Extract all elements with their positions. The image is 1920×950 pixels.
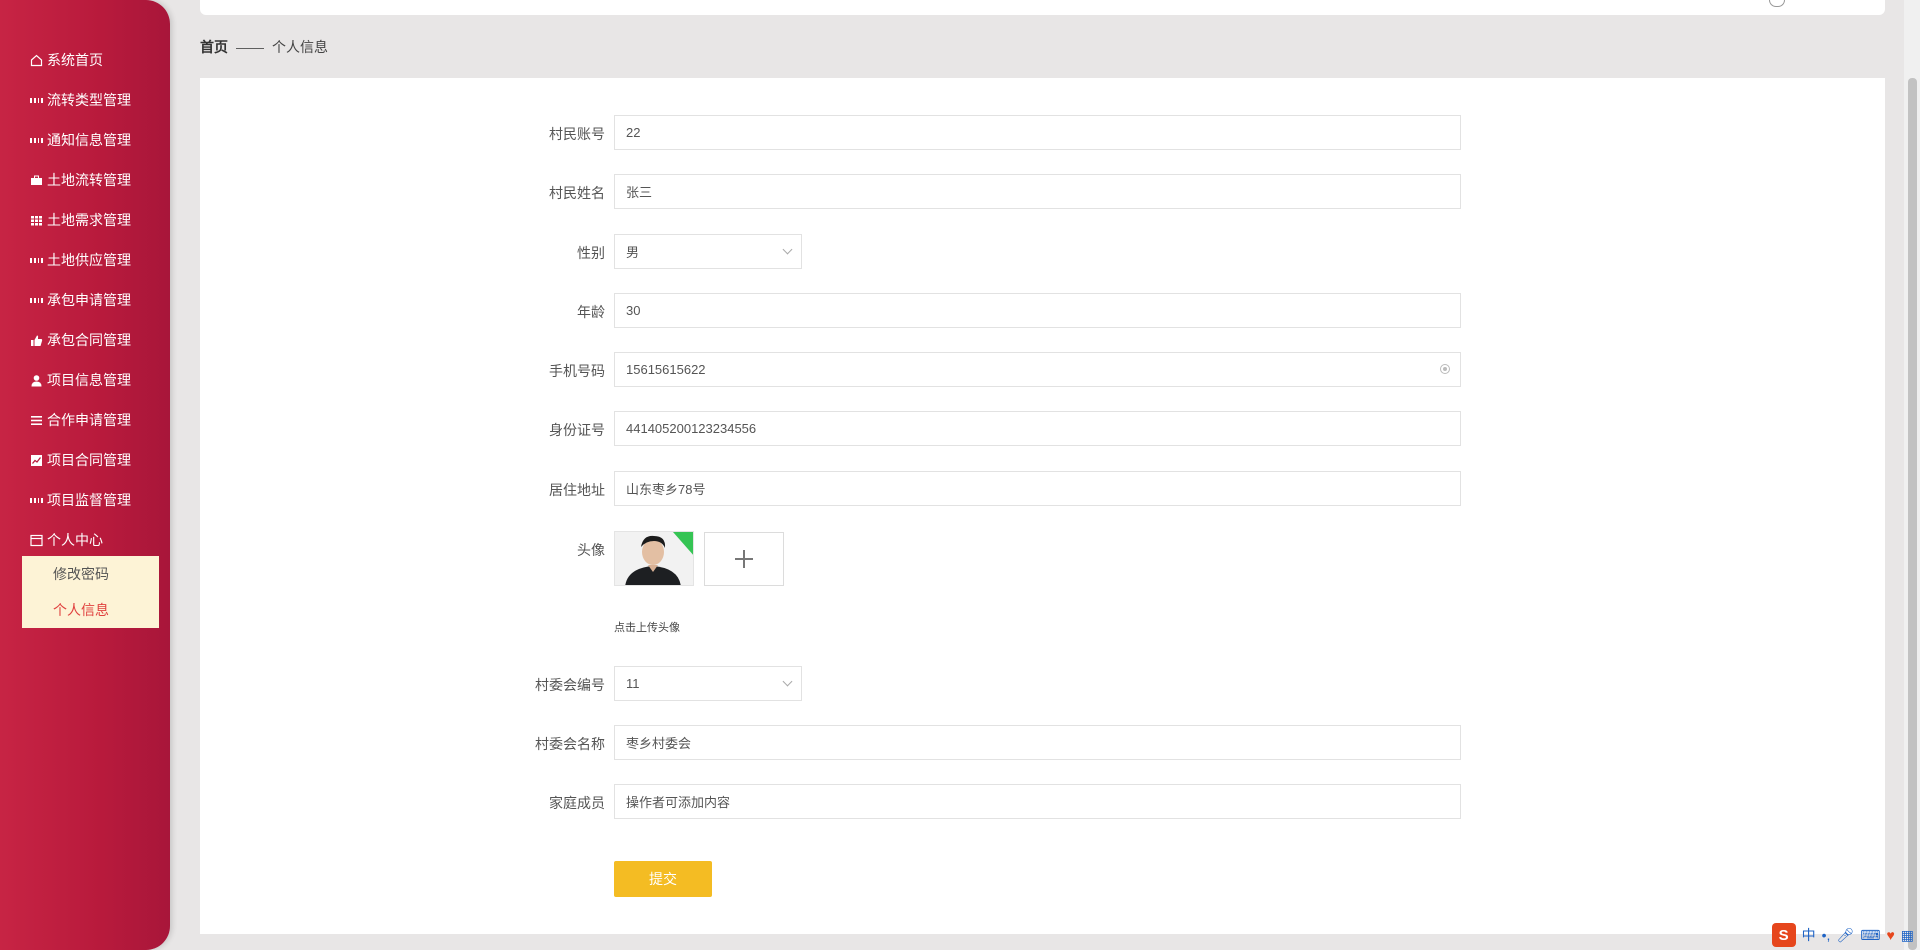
family-label: 家庭成员 [549, 795, 605, 811]
chevron-down-icon [782, 244, 793, 255]
account-field[interactable]: 22 [614, 115, 1461, 150]
avatar-photo-icon [615, 532, 693, 585]
keyboard-icon[interactable]: ⌨︎ [1860, 927, 1880, 944]
briefcase-icon [30, 174, 43, 187]
avatar-label: 头像 [577, 542, 605, 558]
account-label: 村民账号 [549, 126, 605, 142]
home-icon [30, 54, 43, 67]
sogou-ime-logo[interactable]: S [1771, 923, 1796, 947]
toolbox-icon[interactable]: ▦ [1901, 927, 1914, 944]
sidebar-menu: 系统首页 流转类型管理 通知信息管理 土地流转管理 土地需求管理 土地供应管理 [0, 40, 170, 560]
name-field[interactable]: 张三 [614, 174, 1461, 209]
sidebar-item-label: 系统首页 [47, 52, 103, 68]
phone-label: 手机号码 [549, 363, 605, 379]
committee-name-field[interactable]: 枣乡村委会 [614, 725, 1461, 760]
punctuation-icon[interactable]: •, [1822, 927, 1831, 943]
sidebar-item-label: 流转类型管理 [47, 92, 131, 108]
sidebar-item-label: 项目合同管理 [47, 452, 131, 468]
page-scrollbar[interactable] [1904, 0, 1920, 950]
committee-name-label: 村委会名称 [535, 736, 605, 752]
sidebar: 系统首页 流转类型管理 通知信息管理 土地流转管理 土地需求管理 土地供应管理 [0, 0, 170, 950]
grid-icon [30, 494, 43, 507]
window-icon [30, 534, 43, 547]
profile-form-card: 村民账号 22 村民姓名 张三 性别 男 年龄 30 手机号码 15615615… [200, 78, 1885, 934]
grid-icon [30, 294, 43, 307]
gender-value: 男 [626, 245, 640, 260]
sidebar-item-personal-center[interactable]: 个人中心 [0, 520, 170, 560]
skin-icon[interactable]: ♥︎ [1886, 927, 1894, 943]
committee-id-label: 村委会编号 [535, 677, 605, 693]
sidebar-item-contract-apply[interactable]: 承包申请管理 [0, 280, 170, 320]
sidebar-item-cooperation[interactable]: 合作申请管理 [0, 400, 170, 440]
table-icon [30, 214, 43, 227]
sidebar-item-label: 土地流转管理 [47, 172, 131, 188]
breadcrumb-home[interactable]: 首页 [200, 39, 228, 55]
sidebar-item-label: 个人中心 [47, 532, 103, 548]
name-label: 村民姓名 [549, 185, 605, 201]
age-field[interactable]: 30 [614, 293, 1461, 328]
personal-center-submenu: 修改密码 个人信息 [22, 556, 159, 628]
sidebar-item-label: 合作申请管理 [47, 412, 131, 428]
user-icon [30, 374, 43, 387]
user-menu-icon[interactable] [1769, 0, 1785, 7]
sidebar-item-supervision[interactable]: 项目监督管理 [0, 480, 170, 520]
microphone-icon[interactable]: 🎤︎ [1836, 927, 1854, 944]
scrollbar-thumb[interactable] [1908, 78, 1917, 950]
committee-id-select[interactable]: 11 [614, 666, 802, 701]
grid-icon [30, 134, 43, 147]
breadcrumb-current: 个人信息 [272, 39, 328, 55]
gender-select[interactable]: 男 [614, 234, 802, 269]
sidebar-item-label: 项目信息管理 [47, 372, 131, 388]
grid-icon [30, 94, 43, 107]
plus-icon [735, 550, 753, 568]
grid-icon [30, 254, 43, 267]
sidebar-item-label: 通知信息管理 [47, 132, 131, 148]
gender-label: 性别 [577, 245, 605, 261]
avatar-image[interactable] [614, 531, 694, 586]
submenu-item-personal-info[interactable]: 个人信息 [22, 592, 159, 628]
id-number-label: 身份证号 [549, 422, 605, 438]
sidebar-item-label: 项目监督管理 [47, 492, 131, 508]
sidebar-item-label: 承包申请管理 [47, 292, 131, 308]
sidebar-item-notice[interactable]: 通知信息管理 [0, 120, 170, 160]
list-icon [30, 414, 43, 427]
sidebar-item-land-transfer[interactable]: 土地流转管理 [0, 160, 170, 200]
sidebar-item-project-info[interactable]: 项目信息管理 [0, 360, 170, 400]
ime-mode-indicator[interactable]: 中 [1802, 925, 1816, 945]
chevron-down-icon [782, 676, 793, 687]
sidebar-item-home[interactable]: 系统首页 [0, 40, 170, 80]
address-label: 居住地址 [549, 482, 605, 498]
sidebar-item-contract[interactable]: 承包合同管理 [0, 320, 170, 360]
avatar-upload-hint: 点击上传头像 [614, 622, 680, 634]
committee-id-value: 11 [626, 676, 640, 691]
sidebar-item-land-supply[interactable]: 土地供应管理 [0, 240, 170, 280]
phone-value: 15615615622 [626, 362, 706, 377]
breadcrumb-separator: —— [236, 39, 264, 55]
sidebar-item-label: 土地供应管理 [47, 252, 131, 268]
sidebar-item-project-contract[interactable]: 项目合同管理 [0, 440, 170, 480]
breadcrumb: 首页 —— 个人信息 [200, 37, 328, 57]
thumbs-up-icon [30, 334, 43, 347]
id-number-field[interactable]: 441405200123234556 [614, 411, 1461, 446]
family-field[interactable]: 操作者可添加内容 [614, 784, 1461, 819]
clear-icon[interactable] [1440, 364, 1450, 374]
address-field[interactable]: 山东枣乡78号 [614, 471, 1461, 506]
ime-toolbar: S 中 •, 🎤︎ ⌨︎ ♥︎ ▦ [1771, 922, 1914, 948]
age-label: 年龄 [577, 304, 605, 320]
avatar-upload-button[interactable] [704, 532, 784, 586]
chart-icon [30, 454, 43, 467]
sidebar-item-label: 土地需求管理 [47, 212, 131, 228]
top-header-bar [200, 0, 1885, 15]
phone-field[interactable]: 15615615622 [614, 352, 1461, 387]
sidebar-item-land-demand[interactable]: 土地需求管理 [0, 200, 170, 240]
sidebar-item-label: 承包合同管理 [47, 332, 131, 348]
submenu-item-change-password[interactable]: 修改密码 [22, 556, 159, 592]
submit-button[interactable]: 提交 [614, 861, 712, 897]
sidebar-item-transfer-type[interactable]: 流转类型管理 [0, 80, 170, 120]
